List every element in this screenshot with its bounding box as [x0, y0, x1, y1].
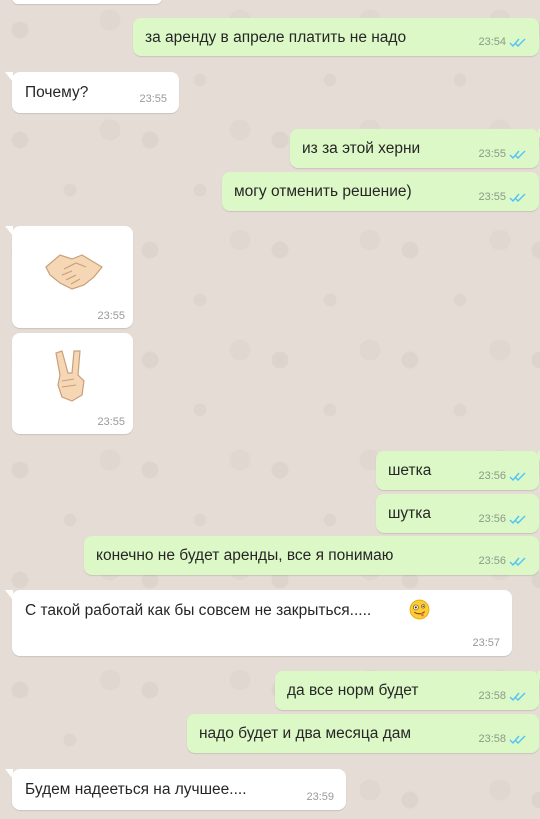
message-time: 23:58	[478, 733, 506, 745]
message-text: конечно не будет аренды, все я понимаю	[96, 547, 394, 564]
message-text: С такой работай как бы совсем не закрыть…	[25, 602, 372, 619]
double-check-icon	[509, 557, 526, 566]
message-bubble-outgoing[interactable]: да все норм будет 23:58	[275, 671, 540, 710]
message-text: за аренду в апреле платить не надо	[145, 29, 407, 46]
bubble-tail	[5, 226, 13, 236]
message-bubble-outgoing[interactable]: могу отменить решение) 23:55	[222, 172, 539, 211]
message-bubble-outgoing[interactable]: шутка 23:56	[376, 494, 539, 533]
message-bubble-outgoing[interactable]: шетка 23:56	[376, 451, 540, 490]
message-time: 23:58	[478, 690, 506, 702]
double-check-icon	[509, 515, 526, 524]
message-time: 23:59	[306, 791, 334, 803]
message-text: из за этой херни	[302, 140, 421, 157]
message-text: надо будет и два месяца дам	[199, 725, 412, 742]
message-time: 23:55	[478, 191, 506, 203]
double-check-icon	[509, 150, 526, 159]
message-bubble-outgoing[interactable]: за аренду в апреле платить не надо 23:54	[133, 18, 539, 56]
message-meta: 23:55	[478, 148, 527, 160]
message-text: шетка	[388, 462, 432, 479]
message-bubble-incoming[interactable]: Будем надееться на лучшее.... 23:59	[5, 769, 346, 810]
message-meta: 23:56	[478, 513, 527, 525]
message-text: да все норм будет	[287, 682, 419, 699]
double-check-icon	[509, 193, 526, 202]
message-time: 23:55	[97, 310, 125, 322]
double-check-icon	[509, 38, 526, 47]
message-meta: 23:55	[478, 191, 527, 203]
message-time: 23:57	[472, 637, 500, 649]
message-time: 23:55	[97, 416, 125, 428]
message-text: шутка	[388, 505, 432, 522]
bubble-tail	[5, 769, 13, 779]
double-check-icon	[509, 472, 526, 481]
sticker-bubble-incoming[interactable]: 23:55	[5, 226, 133, 328]
message-time: 23:55	[478, 148, 506, 160]
message-text: могу отменить решение)	[234, 183, 412, 200]
message-bubble-outgoing[interactable]: из за этой херни 23:55	[290, 129, 540, 168]
message-time: 23:56	[478, 555, 506, 567]
message-text: Почему?	[25, 84, 89, 101]
message-bubble-incoming[interactable]: Почему? 23:55	[5, 72, 179, 113]
message-time: 23:54	[478, 36, 506, 48]
bubble-tail	[5, 72, 13, 82]
partial-incoming-bubble	[12, 0, 162, 4]
message-bubble-outgoing[interactable]: надо будет и два месяца дам 23:58	[187, 714, 539, 753]
sticker-bubble-incoming[interactable]: 23:55	[12, 333, 133, 434]
victory-hand-emoji	[55, 350, 85, 402]
message-text: Будем надееться на лучшее....	[25, 781, 247, 798]
message-time: 23:56	[478, 470, 506, 482]
message-bubble-incoming[interactable]: С такой работай как бы совсем не закрыть…	[5, 590, 512, 656]
message-meta: 23:58	[478, 690, 527, 702]
bubble-tail	[5, 590, 13, 600]
message-time: 23:55	[139, 93, 167, 105]
message-meta: 23:56	[478, 555, 527, 567]
message-meta: 23:56	[478, 470, 527, 482]
message-bubble-outgoing[interactable]: конечно не будет аренды, все я понимаю 2…	[84, 536, 539, 575]
message-time: 23:56	[478, 513, 506, 525]
handshake-emoji	[45, 254, 103, 290]
zany-face-emoji	[409, 599, 430, 620]
message-meta: 23:58	[478, 733, 527, 745]
message-meta: 23:54	[478, 36, 527, 48]
double-check-icon	[509, 692, 526, 701]
double-check-icon	[509, 735, 526, 744]
